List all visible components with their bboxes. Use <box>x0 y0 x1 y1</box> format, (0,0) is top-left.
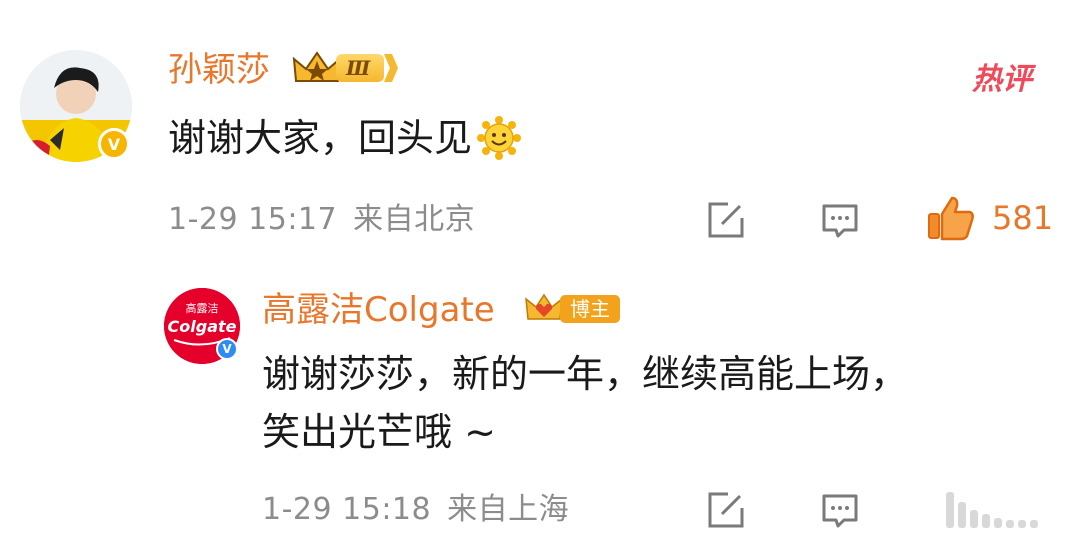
reply-text-line1: 谢谢莎莎，新的一年，继续高能上场， <box>262 352 909 396</box>
crown-heart-icon <box>525 293 563 320</box>
reply-date: 1-29 <box>262 492 333 527</box>
level-badge[interactable]: Ⅲ <box>292 51 399 84</box>
reply-repost-button[interactable] <box>704 488 748 532</box>
level-badge-arrow-icon <box>384 54 399 82</box>
thumbs-up-icon <box>928 196 974 241</box>
crown-icon <box>292 51 342 82</box>
reply-button[interactable] <box>818 198 862 242</box>
smile-sun-icon <box>477 116 522 160</box>
comment-meta: 1-29 15:17 来自北京 <box>168 202 475 238</box>
comment-date: 1-29 <box>168 202 239 237</box>
comment-author-name[interactable]: 孙颖莎 <box>168 50 270 90</box>
comment-icon <box>822 204 858 238</box>
repost-button[interactable] <box>704 198 748 242</box>
watermark-icon <box>926 484 1066 532</box>
reply-time: 15:18 <box>342 492 432 527</box>
like-button[interactable]: 581 <box>926 194 1053 242</box>
reply-text-line2: 笑出光芒哦 ~ <box>262 410 496 454</box>
reply-meta: 1-29 15:18 来自上海 <box>262 492 569 528</box>
reply-comment-button[interactable] <box>818 488 862 532</box>
comment-time: 15:17 <box>248 202 338 237</box>
level-badge-label: Ⅲ <box>336 54 385 82</box>
comment-text-body: 谢谢大家，回头见 <box>168 116 473 160</box>
edit-share-icon <box>708 492 744 528</box>
reply-location: 来自上海 <box>447 492 570 527</box>
verified-gold-badge-icon: V <box>98 128 130 160</box>
comment-text: 谢谢大家，回头见 <box>168 110 522 166</box>
hot-comment-tag: 热评 <box>972 62 1032 97</box>
comment-location: 来自北京 <box>353 202 476 237</box>
blogger-badge-label: 博主 <box>560 295 620 323</box>
avatar-text-brand: Colgate <box>168 317 237 336</box>
comment-icon <box>822 494 858 528</box>
avatar-text-top: 高露洁 <box>186 301 219 315</box>
like-count: 581 <box>992 199 1054 237</box>
edit-share-icon <box>708 202 744 238</box>
reply-author-name[interactable]: 高露洁Colgate <box>262 290 495 330</box>
verified-blue-badge-icon: V <box>216 338 238 360</box>
blogger-badge[interactable]: 博主 <box>524 293 620 324</box>
